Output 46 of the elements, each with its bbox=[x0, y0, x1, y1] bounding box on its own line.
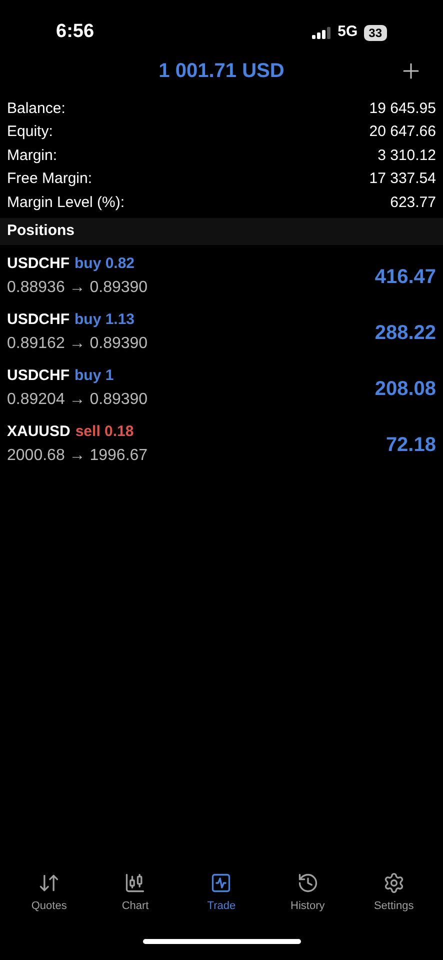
summary-label: Balance: bbox=[7, 98, 66, 118]
tab[interactable]: Quotes bbox=[14, 872, 84, 922]
position-type: sell 0.18 bbox=[75, 422, 134, 442]
summary-value: 19 645.95 bbox=[369, 98, 436, 118]
position-symbol: XAUUSD bbox=[7, 422, 70, 442]
summary-value: 20 647.66 bbox=[369, 122, 436, 142]
position-type: buy 1.13 bbox=[74, 310, 135, 330]
position-prices: 0.89162 → 0.89390 bbox=[7, 334, 148, 354]
summary-label: Equity: bbox=[7, 122, 53, 142]
summary-value: 3 310.12 bbox=[378, 146, 436, 166]
summary-value: 623.77 bbox=[390, 192, 436, 212]
summary-label: Margin: bbox=[7, 146, 58, 166]
position-row[interactable]: XAUUSD sell 0.18 2000.68 → 1996.67 72.18 bbox=[0, 416, 443, 472]
history-icon bbox=[296, 872, 319, 894]
summary-label: Margin Level (%): bbox=[7, 192, 125, 212]
position-row[interactable]: USDCHF buy 1 0.89204 → 0.89390 208.08 bbox=[0, 360, 443, 416]
settings-icon bbox=[382, 872, 405, 894]
position-type: buy 1 bbox=[74, 366, 114, 386]
tab[interactable]: Settings bbox=[358, 872, 429, 922]
position-prices: 2000.68 → 1996.67 bbox=[7, 446, 148, 466]
battery-level: 33 bbox=[364, 24, 387, 40]
tab[interactable]: Chart bbox=[100, 872, 170, 922]
position-type: buy 0.82 bbox=[74, 254, 135, 274]
section-title: Positions bbox=[7, 220, 75, 241]
summary-value: 17 337.54 bbox=[369, 169, 436, 189]
position-symbol: USDCHF bbox=[7, 254, 70, 274]
candlestick-icon bbox=[124, 872, 146, 894]
position-symbol: USDCHF bbox=[7, 310, 70, 330]
balance-title: 1 001.71 USD bbox=[158, 59, 284, 84]
network-label: 5G bbox=[338, 22, 358, 42]
position-profit: 416.47 bbox=[374, 264, 436, 290]
position-prices: 0.88936 → 0.89390 bbox=[7, 278, 148, 298]
position-row[interactable]: USDCHF buy 1.13 0.89162 → 0.89390 288.22 bbox=[0, 304, 443, 360]
position-profit: 72.18 bbox=[386, 432, 436, 458]
tab[interactable]: History bbox=[272, 872, 343, 922]
chart-icon bbox=[210, 872, 232, 894]
tab[interactable]: Trade bbox=[186, 872, 256, 922]
position-prices: 0.89204 → 0.89390 bbox=[7, 390, 148, 410]
position-symbol: USDCHF bbox=[7, 366, 70, 386]
summary-label: Free Margin: bbox=[7, 169, 92, 189]
position-profit: 208.08 bbox=[374, 376, 436, 402]
signal-icon bbox=[312, 26, 332, 38]
arrows-icon bbox=[38, 872, 60, 894]
status-time: 6:56 bbox=[56, 20, 94, 44]
position-profit: 288.22 bbox=[374, 320, 436, 346]
position-row[interactable]: USDCHF buy 0.82 0.88936 → 0.89390 416.47 bbox=[0, 248, 443, 304]
